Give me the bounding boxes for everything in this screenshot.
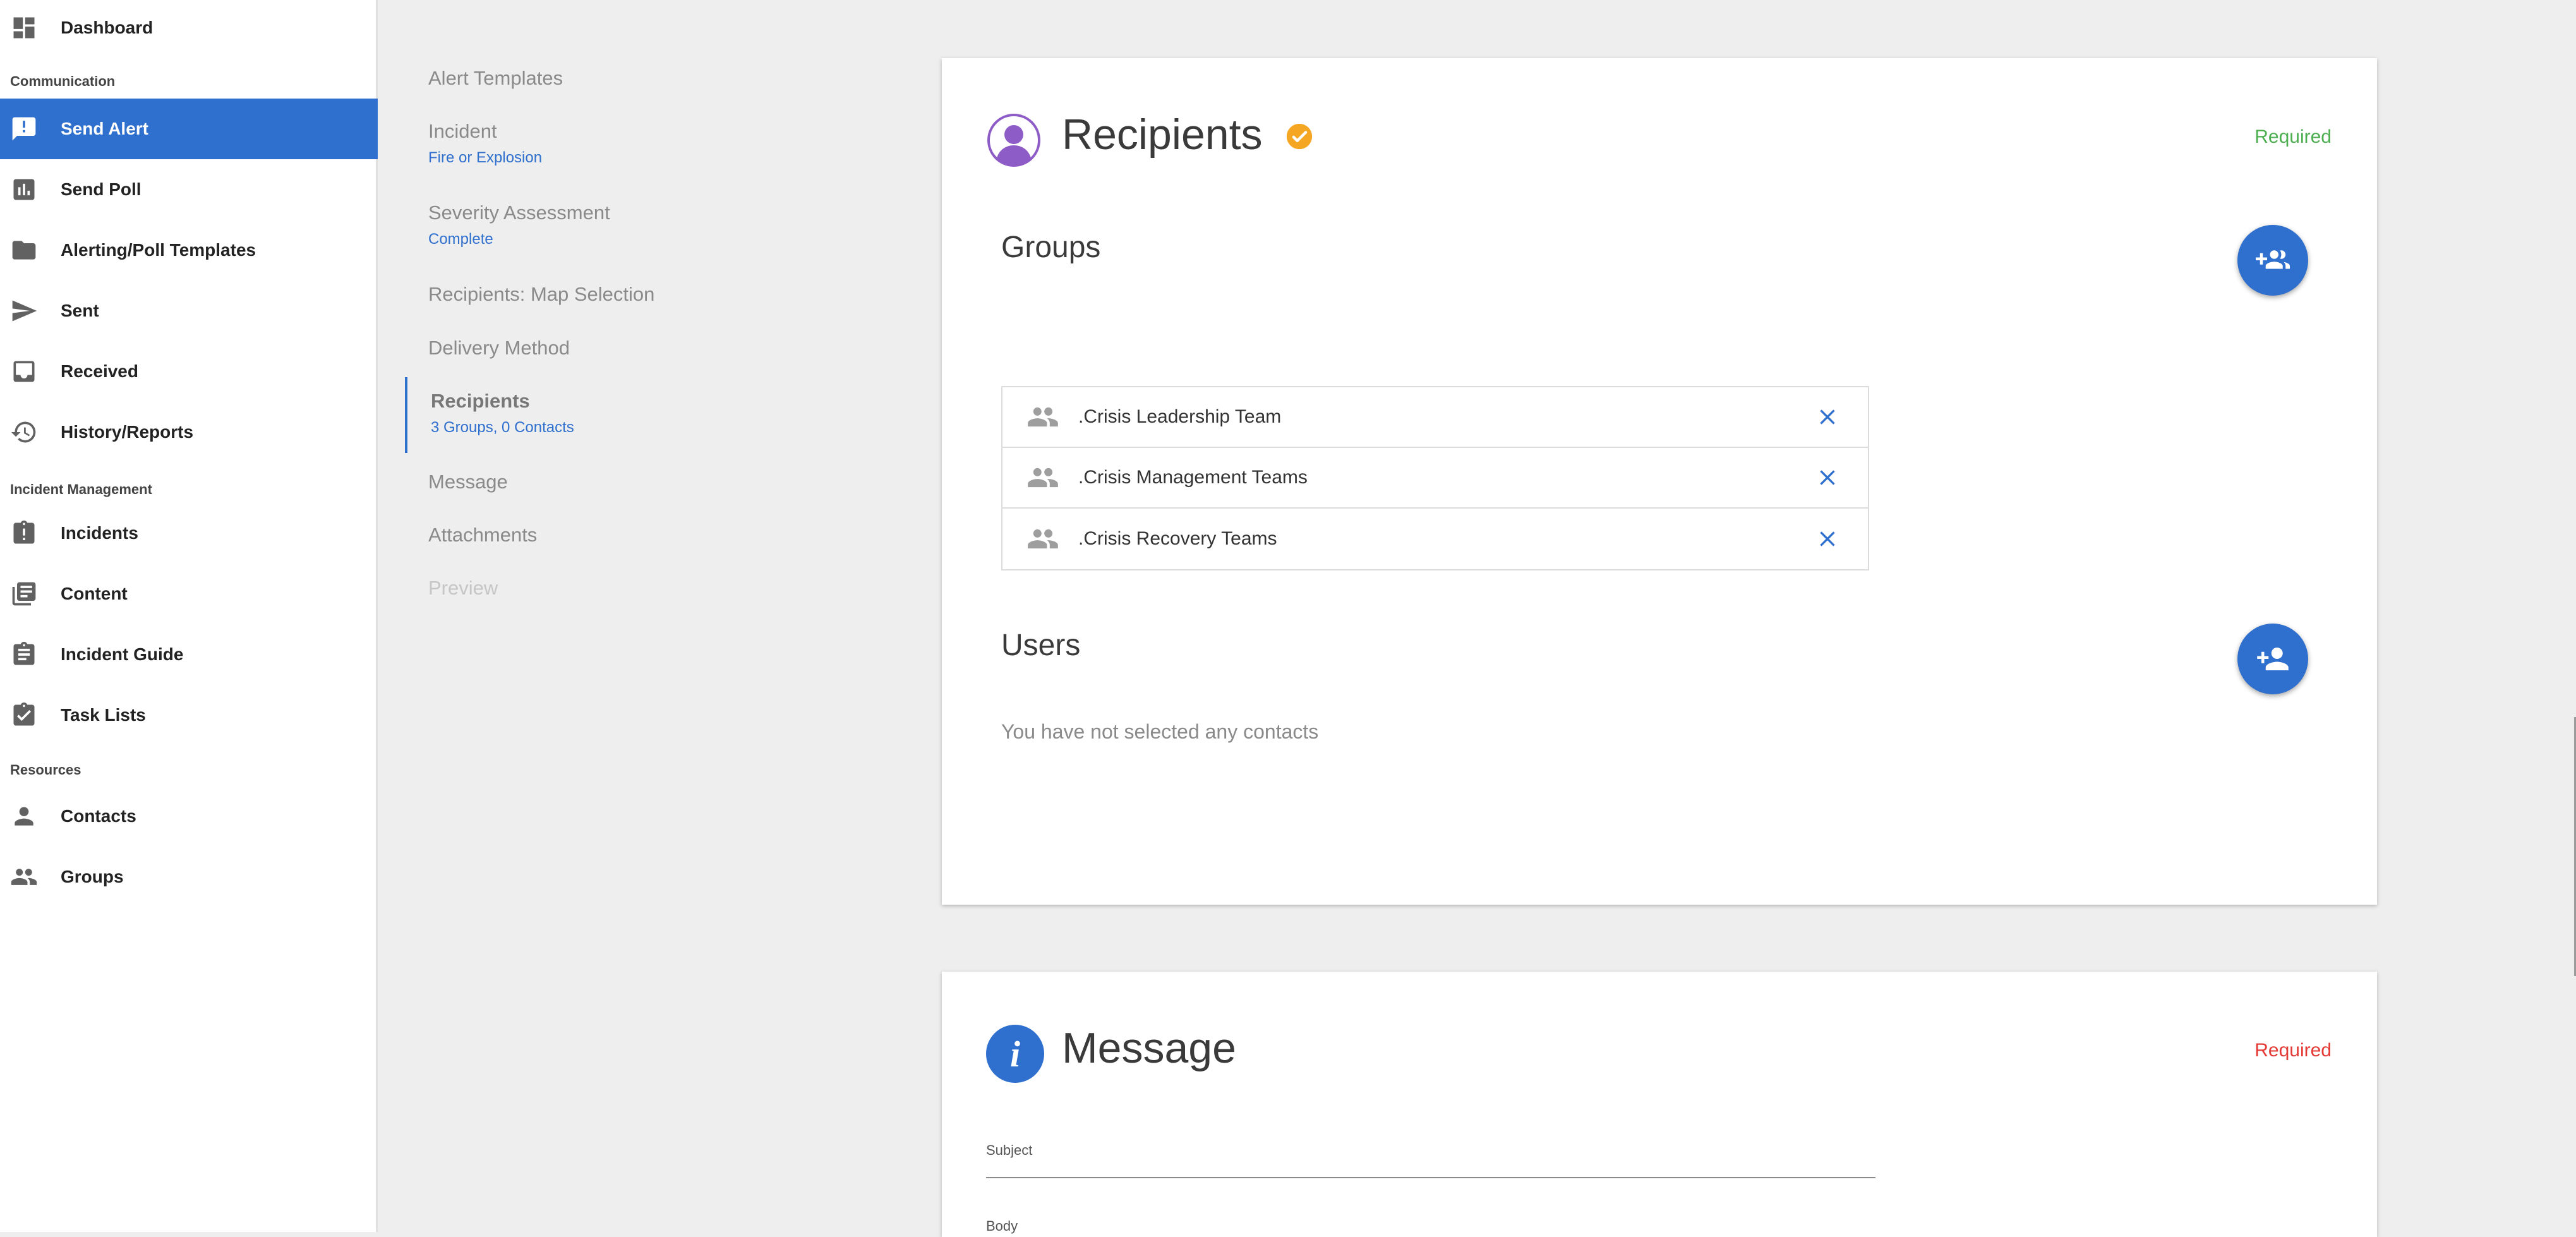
step-delivery-method[interactable]: Delivery Method <box>428 337 570 359</box>
group-name: .Crisis Recovery Teams <box>1078 528 1277 549</box>
sidebar-item-sent[interactable]: Sent <box>0 281 378 341</box>
alert-message-icon <box>12 117 36 141</box>
step-preview: Preview <box>428 577 498 600</box>
sidebar-item-label: Sent <box>61 301 99 320</box>
group-name: .Crisis Leadership Team <box>1078 406 1282 427</box>
recipients-card: Recipients Required Groups .Crisis Leade… <box>942 58 2377 905</box>
step-title: Preview <box>428 577 498 599</box>
group-row: .Crisis Leadership Team <box>1002 387 1868 448</box>
message-required-label: Required <box>2254 1040 2332 1061</box>
step-title: Attachments <box>428 524 538 546</box>
history-icon <box>11 421 36 443</box>
step-alert-templates[interactable]: Alert Templates <box>428 67 563 90</box>
dashboard-icon <box>13 17 35 39</box>
sidebar-item-label: Contacts <box>61 806 136 826</box>
complete-check-icon <box>1286 123 1313 150</box>
sidebar-item-send-alert[interactable]: Send Alert <box>0 99 378 159</box>
sidebar-item-label: Groups <box>61 867 124 886</box>
selected-groups-list: .Crisis Leadership Team .Crisis Manageme… <box>1001 386 1869 570</box>
step-severity-assessment[interactable]: Severity Assessment Complete <box>428 202 610 248</box>
message-card: i Message Required Subject Body <box>942 972 2377 1237</box>
sidebar-item-alerting-poll-templates[interactable]: Alerting/Poll Templates <box>0 220 378 281</box>
add-user-button[interactable] <box>2237 624 2308 694</box>
subject-label: Subject <box>986 1142 1033 1158</box>
sidebar-item-contacts[interactable]: Contacts <box>0 786 378 847</box>
send-icon <box>12 300 37 322</box>
library-books-icon <box>12 582 36 606</box>
people-icon <box>11 869 37 885</box>
recipients-required-label: Required <box>2254 126 2332 147</box>
users-empty-message: You have not selected any contacts <box>1001 720 1319 743</box>
info-icon: i <box>986 1025 1044 1083</box>
sidebar-item-label: Content <box>61 584 128 603</box>
groups-heading: Groups <box>1001 231 1101 264</box>
step-title: Alert Templates <box>428 67 563 89</box>
group-row: .Crisis Recovery Teams <box>1002 509 1868 569</box>
sidebar-section-resources: Resources <box>10 762 81 778</box>
assignment-check-icon <box>13 702 35 726</box>
sidebar-item-label: Send Alert <box>61 119 148 138</box>
step-title: Incident <box>428 120 497 142</box>
step-message[interactable]: Message <box>428 471 508 493</box>
step-subtitle: 3 Groups, 0 Contacts <box>431 419 574 436</box>
remove-group-icon[interactable] <box>1815 404 1840 430</box>
sidebar-item-label: Received <box>61 361 138 381</box>
sidebar-item-incidents[interactable]: Incidents <box>0 503 378 564</box>
person-add-icon <box>2257 648 2289 670</box>
sidebar-item-dashboard[interactable]: Dashboard <box>0 0 378 58</box>
active-step-indicator <box>405 377 407 453</box>
users-heading: Users <box>1001 629 1081 662</box>
step-subtitle: Fire or Explosion <box>428 149 543 166</box>
clipboard-alert-icon <box>13 520 35 544</box>
sidebar-item-label: Incidents <box>61 523 138 543</box>
recipient-avatar-icon <box>987 114 1040 167</box>
remove-group-icon[interactable] <box>1815 526 1840 552</box>
group-name: .Crisis Management Teams <box>1078 467 1308 488</box>
sidebar-item-label: Send Poll <box>61 179 141 199</box>
sidebar-item-groups[interactable]: Groups <box>0 847 378 907</box>
step-title: Message <box>428 471 508 493</box>
group-icon <box>1028 468 1058 488</box>
sidebar-item-label: Alerting/Poll Templates <box>61 240 256 260</box>
remove-group-icon[interactable] <box>1815 465 1840 490</box>
group-icon <box>1028 529 1058 549</box>
step-recipients[interactable]: Recipients 3 Groups, 0 Contacts <box>431 390 574 437</box>
step-title: Recipients <box>431 390 530 412</box>
inbox-icon <box>13 361 35 382</box>
step-incident[interactable]: Incident Fire or Explosion <box>428 120 542 167</box>
sidebar-item-received[interactable]: Received <box>0 341 378 402</box>
sidebar-item-send-poll[interactable]: Send Poll <box>0 159 378 220</box>
sidebar-item-label: Task Lists <box>61 705 146 725</box>
sidebar-item-incident-guide[interactable]: Incident Guide <box>0 624 378 685</box>
sidebar-section-communication: Communication <box>10 73 116 89</box>
assignment-icon <box>13 641 35 665</box>
person-icon <box>15 807 33 826</box>
sidebar-item-label: Dashboard <box>61 18 153 37</box>
group-icon <box>1028 407 1058 427</box>
body-label: Body <box>986 1218 1018 1234</box>
sidebar-section-incident-management: Incident Management <box>10 481 152 497</box>
group-add-icon <box>2256 250 2290 269</box>
step-title: Severity Assessment <box>428 202 610 224</box>
add-group-button[interactable] <box>2237 225 2308 296</box>
step-title: Delivery Method <box>428 337 570 359</box>
subject-input[interactable] <box>986 1177 1875 1178</box>
step-title: Recipients: Map Selection <box>428 283 655 305</box>
sidebar-item-label: History/Reports <box>61 422 194 442</box>
sidebar-item-label: Incident Guide <box>61 644 184 664</box>
svg-text:i: i <box>1010 1034 1020 1075</box>
group-row: .Crisis Management Teams <box>1002 448 1868 509</box>
message-title: Message <box>1062 1024 1236 1072</box>
sidebar-item-task-lists[interactable]: Task Lists <box>0 685 378 745</box>
step-attachments[interactable]: Attachments <box>428 524 537 546</box>
step-subtitle: Complete <box>428 231 493 248</box>
sidebar: Dashboard Communication Send Alert Send … <box>0 0 378 1232</box>
poll-chart-icon <box>13 179 35 200</box>
sidebar-item-history-reports[interactable]: History/Reports <box>0 402 378 462</box>
step-recipients-map-selection[interactable]: Recipients: Map Selection <box>428 283 654 306</box>
folder-icon <box>12 241 36 260</box>
recipients-title: Recipients <box>1062 111 1263 159</box>
sidebar-item-content[interactable]: Content <box>0 564 378 624</box>
